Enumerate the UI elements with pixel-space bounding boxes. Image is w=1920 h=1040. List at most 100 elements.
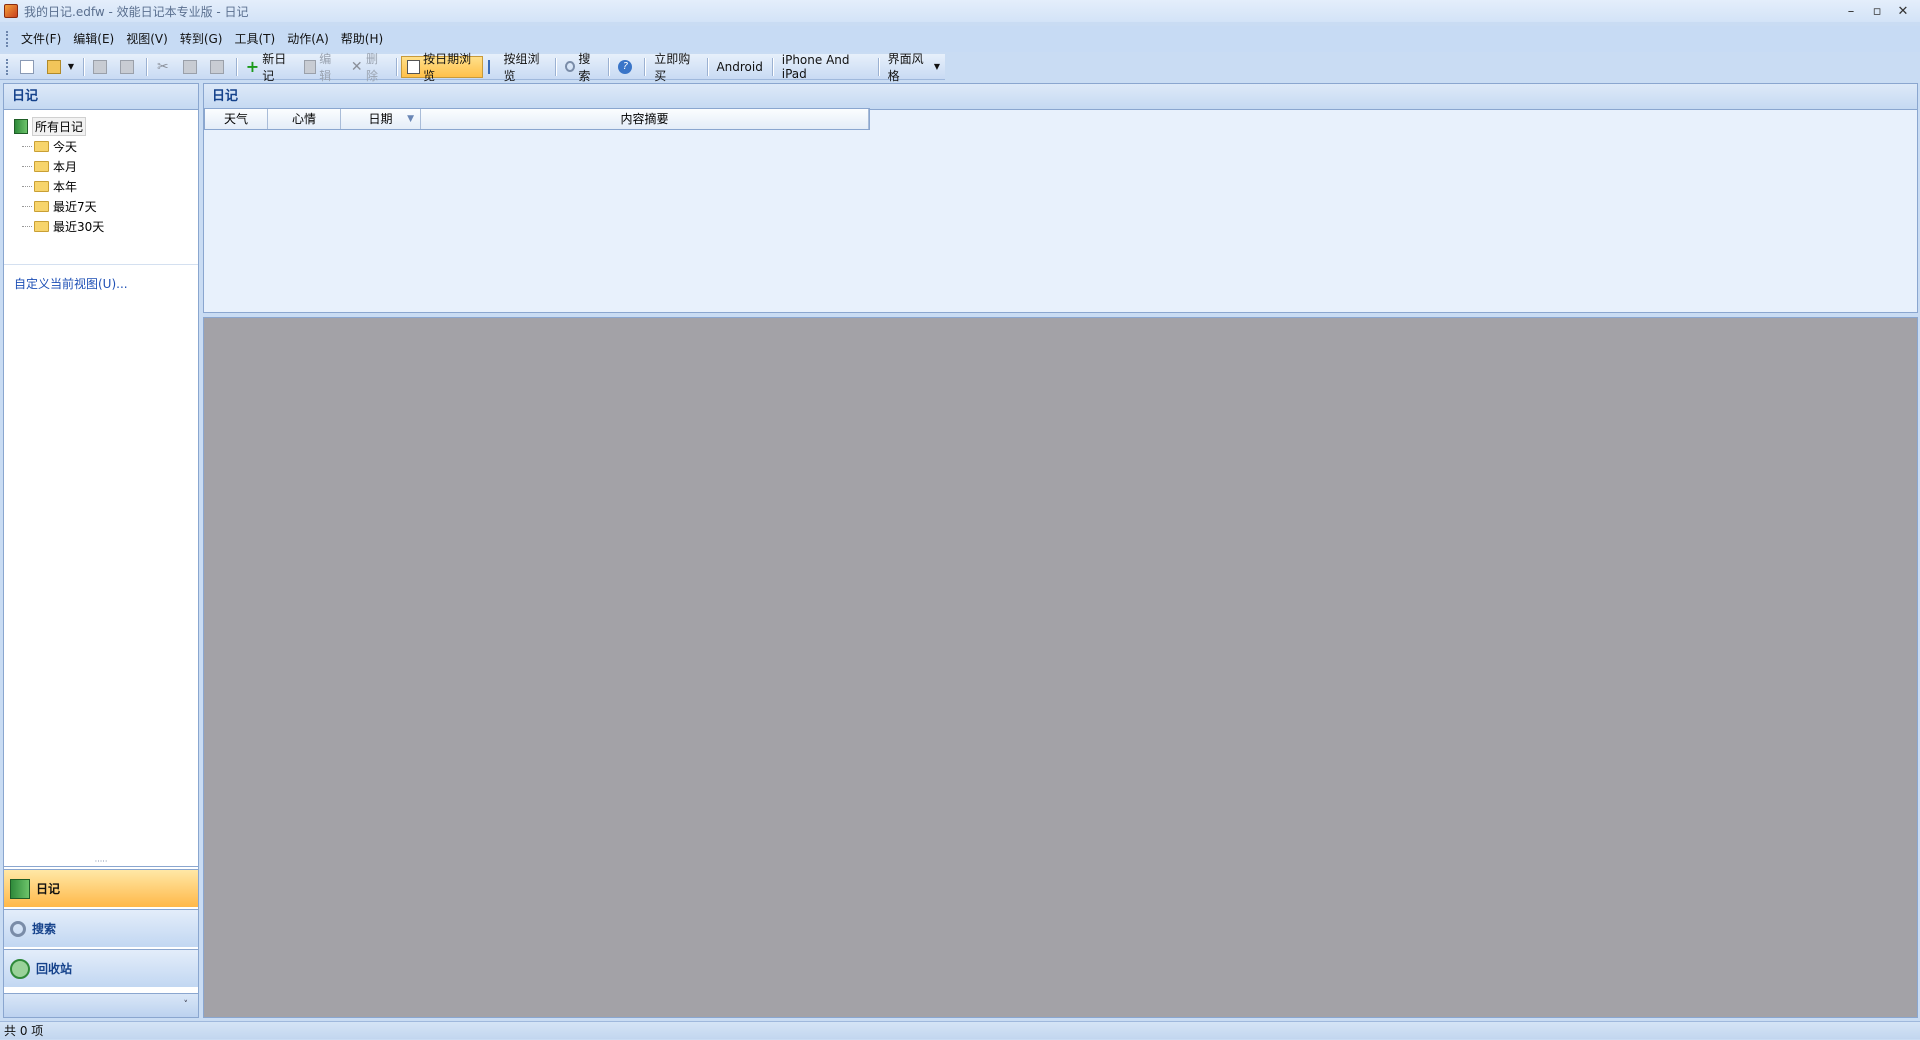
tree-item-last-30-days[interactable]: 最近30天 xyxy=(14,216,198,236)
title-bar: 我的日记.edfw - 效能日记本专业版 - 日记 – ▫ ✕ xyxy=(0,0,1920,22)
column-header-mood[interactable]: 心情 xyxy=(268,109,341,129)
minimize-button[interactable]: – xyxy=(1838,0,1864,22)
toolbar-grip[interactable] xyxy=(6,58,9,75)
print-button[interactable] xyxy=(88,56,115,78)
menu-goto[interactable]: 转到(G) xyxy=(174,28,229,50)
tree-item-label: 本年 xyxy=(53,179,78,194)
print-icon xyxy=(92,59,107,74)
folder-icon xyxy=(34,220,49,232)
plus-icon: + xyxy=(245,56,260,76)
search-label: 搜索 xyxy=(578,51,591,83)
menu-help[interactable]: 帮助(H) xyxy=(335,28,389,50)
open-file-button[interactable]: ▼ xyxy=(42,56,79,78)
edit-button[interactable]: 编辑 xyxy=(299,52,346,83)
column-label: 内容摘要 xyxy=(620,112,669,126)
custom-view-section: 自定义当前视图(U)... xyxy=(4,264,198,292)
new-file-button[interactable] xyxy=(15,56,42,78)
search-button[interactable]: 搜索 xyxy=(560,52,604,83)
status-bar: 共 0 项 xyxy=(0,1021,1920,1039)
android-button[interactable]: Android xyxy=(711,56,767,78)
close-button[interactable]: ✕ xyxy=(1890,0,1916,22)
navigation-pane: 日记 所有日记 今天 本月 本年 最近7天 最近30天 自定义当前视图(U)..… xyxy=(3,83,199,1018)
tree-item-label: 本月 xyxy=(53,159,78,174)
tree-item-label: 最近7天 xyxy=(53,199,97,214)
nav-button-label: 搜索 xyxy=(32,922,57,936)
pencil-icon xyxy=(303,59,317,74)
customize-view-link[interactable]: 自定义当前视图(U)... xyxy=(14,277,128,291)
app-icon xyxy=(4,4,18,18)
nav-button-recycle-bin[interactable]: 回收站 xyxy=(4,949,198,987)
copy-button[interactable] xyxy=(178,56,205,78)
folder-icon xyxy=(34,200,49,212)
scissors-icon: ✂ xyxy=(157,58,169,75)
iphone-ipad-button[interactable]: iPhone And iPad xyxy=(777,53,874,81)
chevron-down-icon: ▼ xyxy=(933,62,941,71)
chevron-down-icon: ˅ xyxy=(183,1000,189,1010)
menu-edit[interactable]: 编辑(E) xyxy=(67,28,120,50)
browse-by-date-button[interactable]: 按日期浏览 xyxy=(401,52,483,83)
recycle-icon xyxy=(10,958,30,979)
tree-root-label: 所有日记 xyxy=(32,116,87,136)
paste-icon xyxy=(209,59,224,74)
item-count: 共 0 项 xyxy=(4,1024,44,1038)
browse-by-group-button[interactable]: 按组浏览 xyxy=(483,52,552,83)
tree-item-last-7-days[interactable]: 最近7天 xyxy=(14,196,198,216)
tree-item-label: 今天 xyxy=(53,139,78,154)
menu-tools[interactable]: 工具(T) xyxy=(228,28,281,50)
menu-actions[interactable]: 动作(A) xyxy=(281,28,335,50)
tree-item-today[interactable]: 今天 xyxy=(14,136,198,156)
diary-book-icon xyxy=(10,878,30,899)
column-header-weather[interactable]: 天气 xyxy=(205,109,268,129)
diary-list-pane: 日记 天气 心情 日期 ▼ 内容摘要 xyxy=(203,83,1918,313)
window-title: 我的日记.edfw - 效能日记本专业版 - 日记 xyxy=(24,4,249,19)
folder-icon xyxy=(34,180,49,192)
buy-now-button[interactable]: 立即购买 xyxy=(649,52,702,83)
diary-book-icon xyxy=(14,118,28,134)
delete-button[interactable]: ✕ 删除 xyxy=(346,52,393,83)
column-header-summary[interactable]: 内容摘要 xyxy=(421,109,869,129)
open-folder-icon xyxy=(46,59,61,74)
list-pane-header: 日记 xyxy=(204,84,1917,110)
toolbar-separator xyxy=(877,57,879,76)
tree-item-this-year[interactable]: 本年 xyxy=(14,176,198,196)
menu-view[interactable]: 视图(V) xyxy=(120,28,174,50)
nav-button-label: 回收站 xyxy=(36,962,73,976)
edit-label: 编辑 xyxy=(319,51,332,83)
column-header-date[interactable]: 日期 ▼ xyxy=(341,109,421,129)
restore-button[interactable]: ▫ xyxy=(1864,0,1890,22)
column-label: 天气 xyxy=(223,112,248,126)
list-column-headers: 天气 心情 日期 ▼ 内容摘要 xyxy=(204,108,870,130)
nav-button-diary[interactable]: 日记 xyxy=(4,869,198,907)
search-icon xyxy=(10,920,26,937)
folder-icon xyxy=(34,140,49,152)
nav-splitter-handle[interactable]: ····· xyxy=(4,858,198,867)
toolbar: ▼ ✂ + 新日记 编辑 ✕ 删除 按日期浏览 按组浏览 搜索 ? 立即购买 And… xyxy=(0,52,945,83)
help-button[interactable]: ? xyxy=(613,56,640,78)
print-preview-button[interactable] xyxy=(115,56,142,78)
toolbar-separator xyxy=(644,57,646,76)
cut-button[interactable]: ✂ xyxy=(151,56,178,78)
column-label: 心情 xyxy=(291,112,316,126)
menu-grip[interactable] xyxy=(6,31,9,47)
print-preview-icon xyxy=(119,59,134,74)
toolbar-separator xyxy=(608,57,610,76)
tree-item-label: 最近30天 xyxy=(53,219,105,234)
browse-by-date-label: 按日期浏览 xyxy=(423,51,472,83)
diary-tree: 所有日记 今天 本月 本年 最近7天 最近30天 xyxy=(4,110,198,236)
paste-button[interactable] xyxy=(205,56,232,78)
tree-root[interactable]: 所有日记 xyxy=(14,116,198,136)
new-diary-button[interactable]: + 新日记 xyxy=(241,52,299,83)
folder-icon xyxy=(34,160,49,172)
preview-pane xyxy=(203,317,1918,1018)
toolbar-separator xyxy=(555,57,557,76)
column-label: 日期 xyxy=(368,112,393,126)
toolbar-separator xyxy=(706,57,708,76)
nav-options-button[interactable]: ˅ xyxy=(4,993,198,1017)
tree-item-this-month[interactable]: 本月 xyxy=(14,156,198,176)
toolbar-separator xyxy=(145,57,147,76)
delete-label: 删除 xyxy=(366,51,379,83)
nav-button-search[interactable]: 搜索 xyxy=(4,909,198,947)
menu-file[interactable]: 文件(F) xyxy=(15,28,67,50)
ui-style-dropdown[interactable]: 界面风格 ▼ xyxy=(883,52,945,83)
chevron-down-icon: ▼ xyxy=(67,62,75,71)
